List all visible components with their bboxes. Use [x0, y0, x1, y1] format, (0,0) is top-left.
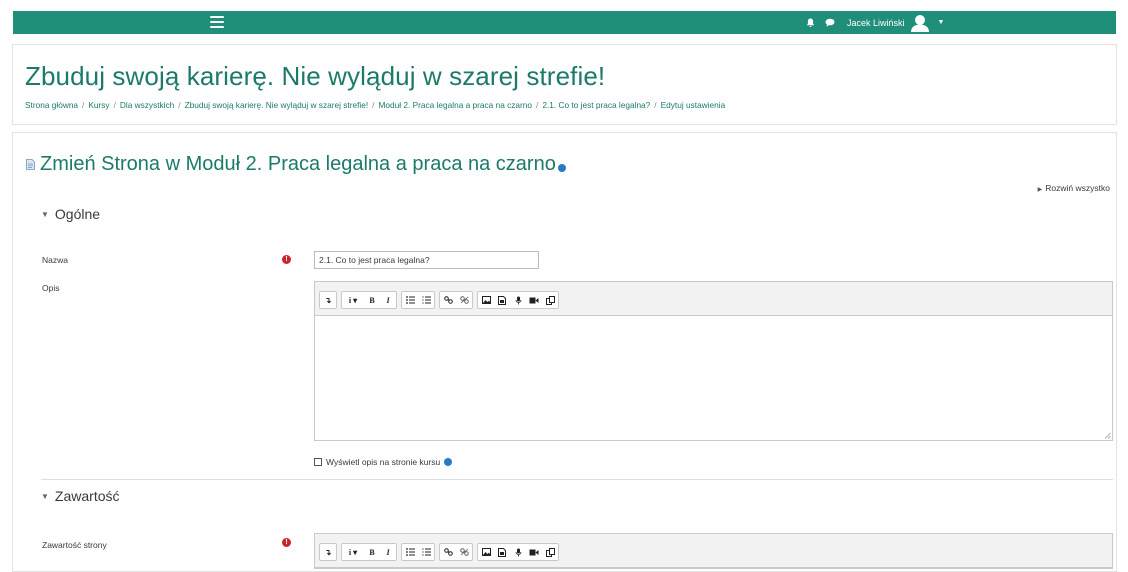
media-file-icon[interactable]	[494, 292, 510, 308]
expand-all-label: Rozwiń wszystko	[1045, 183, 1110, 193]
description-label: Opis	[42, 283, 60, 293]
bell-icon[interactable]	[803, 16, 817, 30]
help-icon[interactable]	[557, 163, 566, 172]
required-icon: !	[282, 255, 291, 264]
media-file-icon[interactable]	[494, 544, 510, 560]
collapse-toolbar-button[interactable]: ↴	[320, 544, 336, 560]
help-icon[interactable]	[444, 458, 453, 466]
microphone-icon[interactable]	[510, 292, 526, 308]
collapse-toolbar-button[interactable]: ↴	[320, 292, 336, 308]
page-content-label: Zawartość strony	[42, 540, 107, 550]
image-icon[interactable]	[478, 544, 494, 560]
expand-all-link[interactable]: ▶ Rozwiń wszystko	[1038, 183, 1110, 193]
bold-button[interactable]: B	[364, 292, 380, 308]
breadcrumb-separator: /	[536, 100, 539, 110]
manage-files-icon[interactable]	[542, 292, 558, 308]
section-general-label: Ogólne	[54, 206, 101, 222]
unordered-list-icon[interactable]	[402, 292, 418, 308]
section-divider	[41, 479, 1113, 480]
toolbar-group	[439, 543, 473, 561]
unlink-icon[interactable]	[456, 544, 472, 560]
ordered-list-icon[interactable]	[418, 292, 434, 308]
breadcrumb-course[interactable]: Zbuduj swoją karierę. Nie wylą​duj w sza…	[185, 100, 369, 110]
breadcrumb-separator: /	[372, 100, 375, 110]
link-icon[interactable]	[440, 292, 456, 308]
page-icon	[26, 159, 35, 170]
toolbar-group	[401, 543, 435, 561]
unordered-list-icon[interactable]	[402, 544, 418, 560]
toolbar-group	[401, 291, 435, 309]
toolbar-group: ↴	[319, 291, 337, 309]
breadcrumb-module[interactable]: Moduł 2. Praca legalna a praca na czarno	[378, 100, 532, 110]
name-label: Nazwa	[42, 255, 68, 265]
link-icon[interactable]	[440, 544, 456, 560]
manage-files-icon[interactable]	[542, 544, 558, 560]
required-icon: !	[282, 538, 291, 547]
page-content-editor: ↴ i ▾ B I	[314, 533, 1113, 569]
breadcrumb-separator: /	[178, 100, 181, 110]
chevron-down-icon: ▼	[41, 492, 49, 501]
unlink-icon[interactable]	[456, 292, 472, 308]
toolbar-group	[477, 543, 559, 561]
top-navbar: Jacek Liwiński ▼	[13, 11, 1116, 34]
toolbar-group	[439, 291, 473, 309]
chevron-down-icon[interactable]: ▼	[938, 19, 945, 26]
toolbar-group: ↴	[319, 543, 337, 561]
bold-button[interactable]: B	[364, 544, 380, 560]
toolbar-group: i ▾ B I	[341, 543, 397, 561]
video-camera-icon[interactable]	[526, 544, 542, 560]
breadcrumb-courses[interactable]: Kursy	[88, 100, 109, 110]
toolbar-group: i ▾ B I	[341, 291, 397, 309]
editor-toolbar: ↴ i ▾ B I	[315, 534, 1112, 568]
triangle-right-icon: ▶	[1037, 187, 1043, 193]
section-general-toggle[interactable]: ▼ Ogólne	[41, 206, 100, 222]
edit-title-text: Zmień Strona w Moduł 2. Praca legalna a …	[40, 153, 556, 175]
page-header: Zbuduj swoją karierę. Nie wyląduj w szar…	[12, 44, 1117, 125]
editor-toolbar: ↴ i ▾ B I	[315, 282, 1112, 316]
resize-handle-icon[interactable]	[1104, 432, 1111, 439]
breadcrumb-current[interactable]: Edytuj ustawienia	[661, 100, 726, 110]
show-description-row: Wyświetl opis na stronie kursu	[314, 457, 453, 467]
hamburger-menu-icon[interactable]	[210, 16, 224, 28]
video-camera-icon[interactable]	[526, 292, 542, 308]
chevron-down-icon: ▼	[41, 210, 49, 219]
description-textarea[interactable]	[315, 316, 1112, 440]
description-editor: ↴ i ▾ B I	[314, 281, 1113, 441]
style-dropdown-button[interactable]: i ▾	[342, 544, 364, 560]
breadcrumb-activity[interactable]: 2.1. Co to jest praca legalna?	[542, 100, 650, 110]
image-icon[interactable]	[478, 292, 494, 308]
breadcrumb-separator: /	[82, 100, 85, 110]
section-content-label: Zawartość	[54, 488, 120, 504]
course-title: Zbuduj swoją karierę. Nie wyląduj w szar…	[25, 61, 606, 91]
style-dropdown-button[interactable]: i ▾	[342, 292, 364, 308]
avatar-icon[interactable]	[910, 13, 930, 33]
edit-heading: Zmień Strona w Moduł 2. Praca legalna a …	[26, 153, 566, 176]
ordered-list-icon[interactable]	[418, 544, 434, 560]
breadcrumb-separator: /	[113, 100, 116, 110]
user-area: Jacek Liwiński ▼	[803, 11, 944, 34]
chat-bubble-icon[interactable]	[823, 16, 837, 30]
microphone-icon[interactable]	[510, 544, 526, 560]
breadcrumb: Strona główna / Kursy / Dla wszystkich / Zbudu…	[25, 100, 725, 110]
breadcrumb-home[interactable]: Strona główna	[25, 100, 78, 110]
section-content-toggle[interactable]: ▼ Zawartość	[41, 488, 120, 504]
italic-button[interactable]: I	[380, 544, 396, 560]
show-description-checkbox[interactable]	[314, 458, 322, 466]
breadcrumb-separator: /	[654, 100, 657, 110]
breadcrumb-category[interactable]: Dla wszystkich	[120, 100, 174, 110]
edit-form-card: Zmień Strona w Moduł 2. Praca legalna a …	[12, 132, 1117, 572]
name-input[interactable]	[314, 251, 539, 269]
user-name[interactable]: Jacek Liwiński	[847, 18, 905, 28]
italic-button[interactable]: I	[380, 292, 396, 308]
show-description-label[interactable]: Wyświetl opis na stronie kursu	[326, 457, 440, 467]
toolbar-group	[477, 291, 559, 309]
